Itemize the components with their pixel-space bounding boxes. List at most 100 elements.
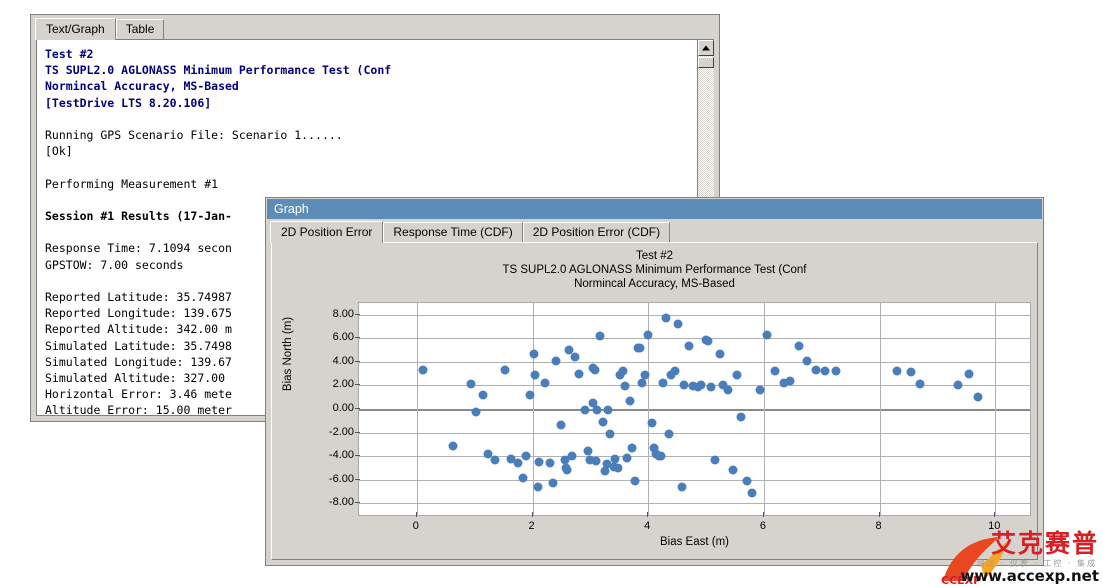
y-tick-mark bbox=[355, 479, 360, 480]
scatter-point bbox=[535, 458, 544, 467]
scatter-point bbox=[592, 456, 601, 465]
scatter-point bbox=[728, 466, 737, 475]
scatter-point bbox=[736, 412, 745, 421]
tab-text-graph[interactable]: Text/Graph bbox=[35, 18, 116, 40]
scatter-point bbox=[534, 482, 543, 491]
tab-2d-position-error-cdf[interactable]: 2D Position Error (CDF) bbox=[523, 222, 670, 242]
grid-line-horizontal bbox=[359, 480, 1030, 481]
scatter-point bbox=[656, 452, 665, 461]
x-tick-label: 8 bbox=[876, 520, 882, 532]
y-tick-mark bbox=[355, 384, 360, 385]
scatter-point bbox=[418, 365, 427, 374]
scatter-point bbox=[567, 451, 576, 460]
y-tick-label: 0.00 bbox=[333, 402, 354, 414]
scatter-point bbox=[670, 367, 679, 376]
scatter-point bbox=[525, 390, 534, 399]
grid-line-horizontal bbox=[359, 315, 1030, 316]
console-line: Test #2 bbox=[45, 46, 696, 62]
scroll-up-button[interactable] bbox=[698, 40, 714, 56]
scatter-point bbox=[571, 352, 580, 361]
x-tick-label: 0 bbox=[413, 520, 419, 532]
scatter-point bbox=[953, 380, 962, 389]
scatter-point bbox=[661, 314, 670, 323]
tab-2d-position-error-cdf-label: 2D Position Error (CDF) bbox=[533, 225, 660, 239]
y-tick-mark bbox=[355, 361, 360, 362]
tab-response-time-cdf-label: Response Time (CDF) bbox=[393, 225, 512, 239]
scatter-point bbox=[706, 383, 715, 392]
tab-2d-position-error[interactable]: 2D Position Error bbox=[270, 221, 383, 243]
grid-line-vertical bbox=[880, 303, 881, 515]
scatter-point bbox=[684, 341, 693, 350]
scatter-point bbox=[580, 405, 589, 414]
y-tick-label: 2.00 bbox=[333, 378, 354, 390]
scatter-point bbox=[593, 406, 602, 415]
y-tick-label: -2.00 bbox=[329, 426, 354, 438]
y-tick-mark bbox=[355, 432, 360, 433]
scatter-point bbox=[521, 451, 530, 460]
tab-table-label: Table bbox=[126, 22, 155, 36]
scatter-point bbox=[659, 379, 668, 388]
x-tick-mark bbox=[994, 512, 995, 517]
scatter-point bbox=[628, 443, 637, 452]
graph-content-panel: Test #2 TS SUPL2.0 AGLONASS Minimum Perf… bbox=[271, 242, 1038, 560]
scatter-point bbox=[644, 331, 653, 340]
scatter-point bbox=[820, 366, 829, 375]
grid-line-horizontal bbox=[359, 362, 1030, 363]
console-line: [Ok] bbox=[45, 143, 696, 159]
x-tick-label: 2 bbox=[528, 520, 534, 532]
scatter-point bbox=[618, 366, 627, 375]
graph-window-title: Graph bbox=[274, 202, 309, 216]
plot-area bbox=[358, 302, 1031, 516]
tab-text-graph-label: Text/Graph bbox=[46, 22, 105, 36]
grid-line-horizontal bbox=[359, 503, 1030, 504]
scatter-point bbox=[762, 330, 771, 339]
tab-table[interactable]: Table bbox=[116, 19, 165, 39]
scatter-point bbox=[641, 371, 650, 380]
tab-response-time-cdf[interactable]: Response Time (CDF) bbox=[383, 222, 522, 242]
scatter-point bbox=[466, 380, 475, 389]
scatter-chart: Test #2 TS SUPL2.0 AGLONASS Minimum Perf… bbox=[272, 243, 1037, 559]
scatter-point bbox=[680, 380, 689, 389]
console-line: [TestDrive LTS 8.20.106] bbox=[45, 95, 696, 111]
scatter-point bbox=[611, 455, 620, 464]
scatter-point bbox=[756, 386, 765, 395]
scatter-point bbox=[448, 442, 457, 451]
x-tick-mark bbox=[763, 512, 764, 517]
grid-line-vertical bbox=[533, 303, 534, 515]
y-tick-mark bbox=[355, 314, 360, 315]
scatter-point bbox=[973, 392, 982, 401]
grid-line-horizontal bbox=[359, 433, 1030, 434]
triangle-up-icon bbox=[702, 46, 710, 51]
tab-2d-position-error-label: 2D Position Error bbox=[281, 225, 372, 239]
y-tick-label: 4.00 bbox=[333, 355, 354, 367]
y-tick-label: -6.00 bbox=[329, 473, 354, 485]
y-tick-mark bbox=[355, 408, 360, 409]
x-tick-mark bbox=[879, 512, 880, 517]
grid-line-vertical bbox=[995, 303, 996, 515]
scrollbar-thumb[interactable] bbox=[698, 57, 714, 68]
scatter-point bbox=[490, 456, 499, 465]
scatter-point bbox=[811, 365, 820, 374]
console-line: Normincal Accuracy, MS-Based bbox=[45, 78, 696, 94]
scatter-point bbox=[551, 357, 560, 366]
scatter-point bbox=[647, 418, 656, 427]
grid-line-horizontal bbox=[359, 338, 1030, 339]
console-line: Performing Measurement #1 bbox=[45, 176, 696, 192]
scatter-point bbox=[631, 476, 640, 485]
scatter-point bbox=[623, 454, 632, 463]
x-tick-label: 4 bbox=[644, 520, 650, 532]
console-blank-line bbox=[45, 111, 696, 127]
scatter-point bbox=[892, 366, 901, 375]
scatter-point bbox=[832, 367, 841, 376]
scatter-point bbox=[621, 382, 630, 391]
scatter-point bbox=[519, 473, 528, 482]
grid-line-horizontal bbox=[359, 409, 1030, 411]
scatter-point bbox=[785, 376, 794, 385]
scatter-point bbox=[563, 465, 572, 474]
x-tick-mark bbox=[647, 512, 648, 517]
y-tick-label: 6.00 bbox=[333, 331, 354, 343]
scatter-point bbox=[548, 478, 557, 487]
x-tick-mark bbox=[416, 512, 417, 517]
console-line: TS SUPL2.0 AGLONASS Minimum Performance … bbox=[45, 62, 696, 78]
scatter-point bbox=[704, 337, 713, 346]
